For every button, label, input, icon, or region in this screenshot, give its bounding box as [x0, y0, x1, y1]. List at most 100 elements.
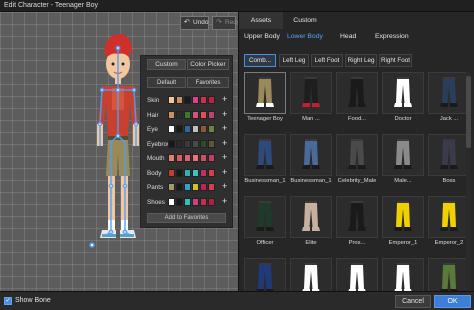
ok-button[interactable]: OK	[434, 295, 471, 308]
asset-thumbnail	[290, 258, 332, 291]
add-color-icon[interactable]: +	[222, 94, 227, 104]
add-color-icon[interactable]: +	[222, 167, 227, 177]
color-swatch[interactable]	[176, 154, 183, 162]
tab-assets[interactable]: Assets	[239, 12, 283, 29]
add-color-icon[interactable]: +	[222, 138, 227, 148]
color-swatch[interactable]	[208, 197, 215, 206]
color-swatch[interactable]	[200, 96, 207, 104]
color-swatch[interactable]	[208, 183, 215, 191]
color-row-label: Skin	[147, 97, 160, 104]
color-swatch[interactable]	[200, 168, 207, 177]
color-swatch[interactable]	[184, 125, 191, 133]
color-swatch[interactable]	[208, 96, 215, 104]
part-tab-right-leg[interactable]: Right Leg	[345, 54, 377, 67]
color-swatch[interactable]	[184, 183, 191, 191]
color-swatch[interactable]	[176, 125, 183, 133]
pants-preview-icon	[348, 263, 366, 291]
asset-thumbnail	[336, 258, 378, 291]
redo-button[interactable]: ↷ Redo	[212, 16, 241, 30]
color-swatch[interactable]	[184, 154, 191, 162]
add-to-favorites-button[interactable]: Add to Favorites	[147, 213, 226, 223]
color-tab-custom[interactable]: Custom	[147, 59, 186, 70]
color-swatch[interactable]	[184, 139, 191, 148]
asset-scrollbar-thumb[interactable]	[466, 76, 471, 148]
color-tab-picker[interactable]: Color Picker	[187, 59, 229, 70]
color-swatch[interactable]	[200, 125, 207, 133]
pants-preview-icon	[440, 263, 458, 291]
color-swatch[interactable]	[176, 110, 183, 119]
pants-preview-icon	[302, 201, 320, 231]
add-color-icon[interactable]: +	[222, 196, 227, 206]
character-figure[interactable]	[88, 24, 146, 254]
color-swatch[interactable]	[208, 154, 215, 162]
color-swatch[interactable]	[200, 197, 207, 206]
undo-button[interactable]: ↶ Undo	[180, 16, 209, 30]
asset-thumbnail	[336, 196, 378, 238]
color-swatch[interactable]	[200, 154, 207, 162]
color-swatch[interactable]	[208, 139, 215, 148]
pants-preview-icon	[302, 139, 320, 169]
color-swatch[interactable]	[168, 139, 175, 148]
color-swatch[interactable]	[168, 125, 175, 133]
color-swatch[interactable]	[184, 96, 191, 104]
asset-scrollbar[interactable]	[466, 72, 471, 290]
color-swatch[interactable]	[200, 110, 207, 119]
pants-preview-icon	[256, 201, 274, 231]
color-swatch[interactable]	[176, 168, 183, 177]
asset-thumbnail	[290, 196, 332, 238]
asset-thumbnail	[382, 72, 424, 114]
add-color-icon[interactable]: +	[222, 152, 227, 162]
color-swatch[interactable]	[184, 110, 191, 119]
asset-name: Pros...	[348, 240, 366, 246]
color-swatch[interactable]	[168, 96, 175, 104]
color-swatch[interactable]	[208, 125, 215, 133]
asset-name: Businessman_1	[244, 178, 286, 184]
color-swatch[interactable]	[192, 168, 199, 177]
cancel-button[interactable]: Cancel	[395, 295, 431, 308]
color-subtab-default[interactable]: Default	[147, 77, 186, 88]
color-subtab-favorites[interactable]: Favorites	[187, 77, 229, 88]
color-row-label: Shoes	[147, 198, 165, 206]
tab-lower-body[interactable]: Lower Body	[287, 33, 323, 40]
color-swatch[interactable]	[192, 183, 199, 191]
add-color-icon[interactable]: +	[222, 181, 227, 191]
color-swatch[interactable]	[176, 197, 183, 206]
color-swatch[interactable]	[168, 168, 175, 177]
color-swatch[interactable]	[176, 183, 183, 191]
part-tab-right-foot[interactable]: Right Foot	[379, 54, 412, 67]
tab-custom[interactable]: Custom	[283, 12, 327, 29]
color-swatch[interactable]	[168, 110, 175, 119]
asset-name: Jack ...	[439, 116, 459, 122]
color-swatch[interactable]	[208, 168, 215, 177]
tab-head[interactable]: Head	[340, 33, 356, 40]
color-swatch[interactable]	[200, 183, 207, 191]
color-swatch[interactable]	[176, 96, 183, 104]
color-swatch[interactable]	[168, 154, 175, 162]
add-color-icon[interactable]: +	[222, 123, 227, 133]
pants-preview-icon	[394, 77, 412, 107]
color-swatch[interactable]	[168, 197, 175, 206]
asset-thumbnail	[290, 134, 332, 176]
part-tab-left-leg[interactable]: Left Leg	[279, 54, 309, 67]
color-swatch[interactable]	[184, 168, 191, 177]
pants-preview-icon	[348, 77, 366, 107]
color-swatch[interactable]	[200, 139, 207, 148]
add-color-icon[interactable]: +	[222, 109, 227, 119]
show-bone-checkbox[interactable]: ✓	[4, 297, 12, 305]
color-swatch[interactable]	[192, 154, 199, 162]
color-swatch[interactable]	[176, 139, 183, 148]
pants-preview-icon	[256, 263, 274, 291]
part-tab-comb[interactable]: Comb...	[244, 54, 276, 67]
color-swatch[interactable]	[192, 110, 199, 119]
color-swatch[interactable]	[168, 183, 175, 191]
color-swatch[interactable]	[192, 125, 199, 133]
color-swatch[interactable]	[208, 110, 215, 119]
color-swatch[interactable]	[184, 197, 191, 206]
tab-upper-body[interactable]: Upper Body	[244, 33, 280, 40]
color-swatch[interactable]	[192, 139, 199, 148]
part-tab-left-foot[interactable]: Left Foot	[311, 54, 343, 67]
color-swatch[interactable]	[192, 96, 199, 104]
asset-name: Elite	[305, 240, 317, 246]
tab-expression[interactable]: Expression	[375, 33, 409, 40]
color-swatch[interactable]	[192, 197, 199, 206]
